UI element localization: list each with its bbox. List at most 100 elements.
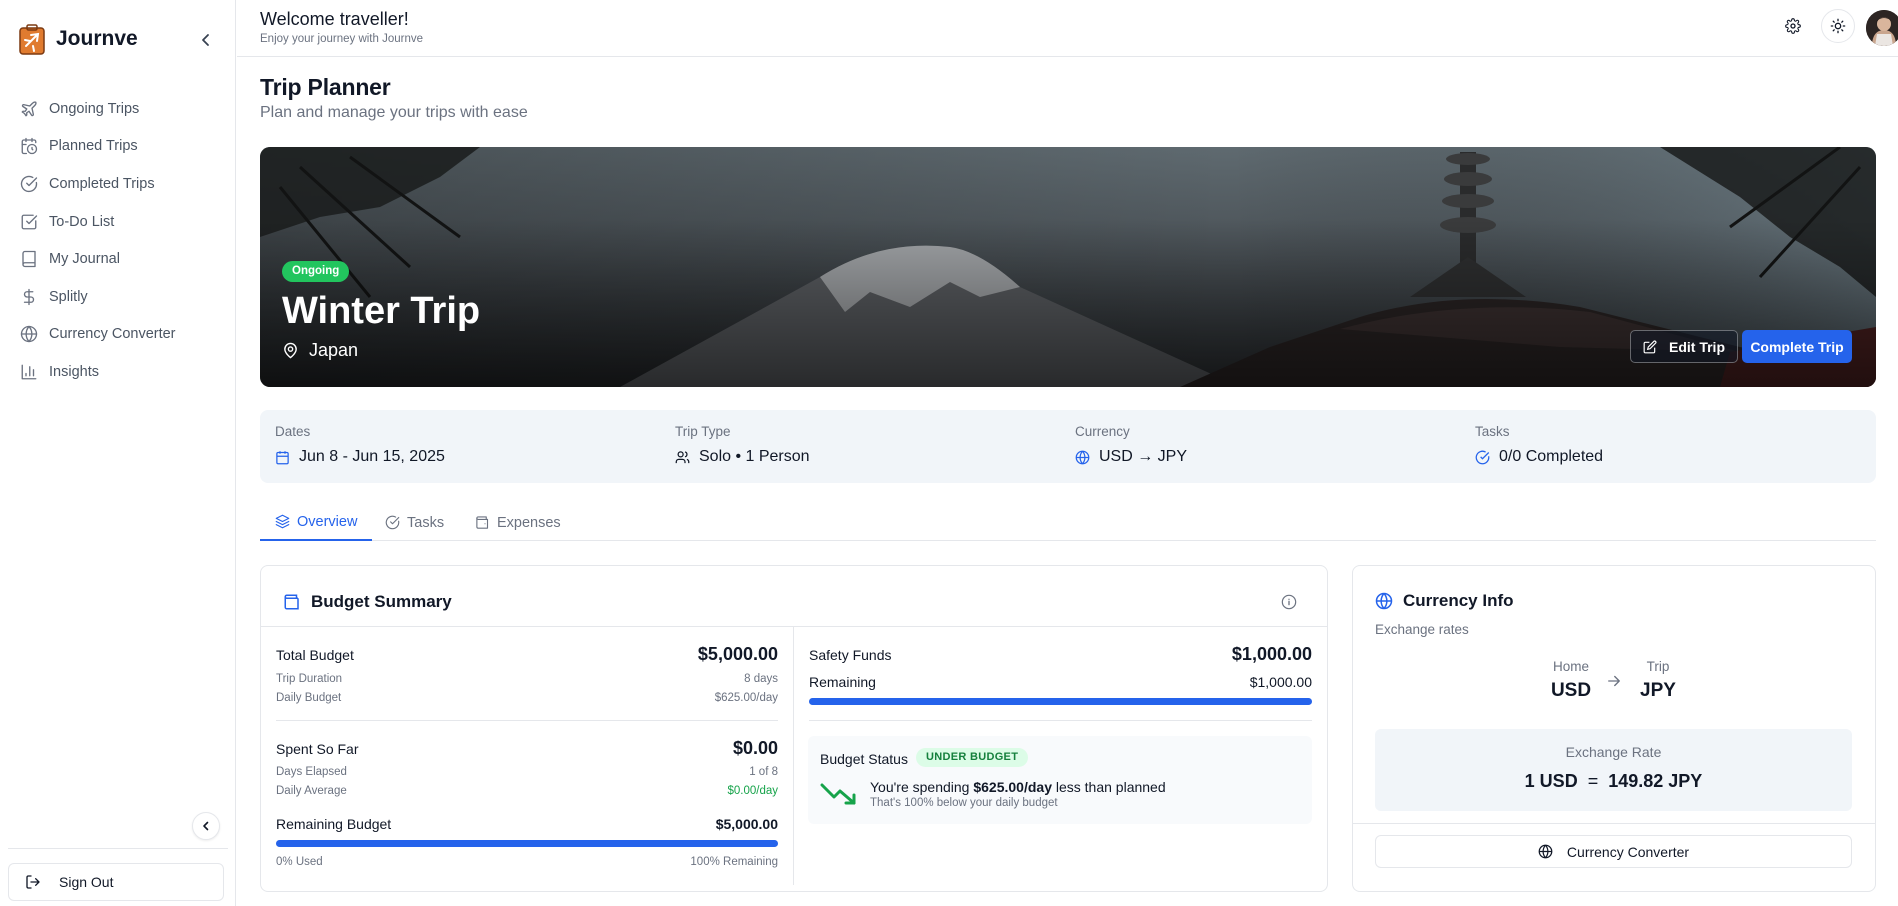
sidebar-item-completed-trips[interactable]: Completed Trips <box>0 165 236 203</box>
bar-chart-icon <box>21 364 37 380</box>
budget-status-label: Budget Status <box>820 751 908 767</box>
sidebar-item-todo-list[interactable]: To-Do List <box>0 203 236 241</box>
wallet-icon <box>284 594 299 610</box>
calendar-clock-icon <box>21 138 38 155</box>
spent-value: $0.00 <box>732 738 778 758</box>
days-elapsed-value: 1 of 8 <box>749 766 778 778</box>
status-prefix: You're spending <box>870 779 974 795</box>
sidebar-item-planned-trips[interactable]: Planned Trips <box>0 128 236 166</box>
exchange-rate-box <box>1375 729 1852 811</box>
tab-label: Tasks <box>407 514 445 531</box>
tasks-value: 0/0 Completed <box>1499 448 1604 465</box>
sidebar-item-label: Currency Converter <box>49 326 176 343</box>
chevron-left-icon <box>203 821 209 831</box>
check-square-icon <box>21 214 38 230</box>
page-subtitle: Plan and manage your trips with ease <box>260 104 528 121</box>
layers-icon <box>275 514 290 529</box>
daily-average-value: $0.00/day <box>727 785 778 797</box>
trip-title: Winter Trip <box>282 290 481 332</box>
remaining-budget-track <box>276 840 778 847</box>
card-divider <box>261 626 1327 627</box>
trip-duration-label: Trip Duration <box>276 673 343 685</box>
sidebar-item-my-journal[interactable]: My Journal <box>0 240 236 278</box>
section-divider <box>276 720 778 721</box>
total-budget-value: $5,000.00 <box>697 644 778 664</box>
safety-remaining-label: Remaining <box>809 674 876 690</box>
remaining-budget-value: $5,000.00 <box>715 816 778 832</box>
trip-location: Japan <box>282 340 358 361</box>
welcome-title: Welcome traveller! <box>260 9 409 29</box>
tasks-label: Tasks <box>1475 424 1510 439</box>
globe-icon <box>1075 450 1090 464</box>
collapse-sidebar-button[interactable] <box>192 812 220 840</box>
card-divider <box>1353 823 1875 824</box>
trip-status-badge: Ongoing <box>282 261 350 282</box>
daily-average-label: Daily Average <box>276 785 347 797</box>
rate-to: 149.82 JPY <box>1608 771 1703 791</box>
dates-label: Dates <box>275 424 311 439</box>
status-amount: $625.00/day <box>973 779 1052 795</box>
trip-type-value: Solo • 1 Person <box>699 448 810 465</box>
tab-label: Overview <box>297 513 358 530</box>
log-out-icon <box>26 875 40 889</box>
trip-type-info: Trip Type Solo • 1 Person <box>675 424 810 466</box>
globe-icon <box>1538 844 1553 859</box>
edit-trip-button[interactable]: Edit Trip <box>1630 330 1738 363</box>
user-avatar[interactable] <box>1866 10 1898 46</box>
collapse-sidebar-icon[interactable] <box>196 30 216 50</box>
sidebar-item-label: Planned Trips <box>49 138 138 155</box>
tab-label: Expenses <box>497 514 561 531</box>
sidebar-nav: Ongoing Trips Planned Trips Completed Tr… <box>0 90 236 391</box>
users-icon <box>675 450 690 463</box>
map-pin-icon <box>284 342 297 359</box>
sun-icon <box>1830 18 1846 34</box>
sidebar-item-currency-converter[interactable]: Currency Converter <box>0 316 236 354</box>
sidebar-item-splitly[interactable]: Splitly <box>0 278 236 316</box>
sidebar-item-label: Ongoing Trips <box>49 100 140 117</box>
currency-converter-label: Currency Converter <box>1566 843 1690 860</box>
tab-overview[interactable]: Overview <box>260 512 373 541</box>
trip-duration-value: 8 days <box>744 673 778 685</box>
sidebar-item-label: Completed Trips <box>49 175 155 192</box>
sidebar-item-insights[interactable]: Insights <box>0 353 236 391</box>
currency-converter-button[interactable]: Currency Converter <box>1375 835 1852 868</box>
daily-budget-value: $625.00/day <box>714 692 778 704</box>
tab-expenses[interactable]: Expenses <box>460 512 576 541</box>
currency-label: Currency <box>1075 424 1130 439</box>
edit-icon <box>1643 340 1657 353</box>
daily-budget-label: Daily Budget <box>276 692 342 704</box>
trip-currency-code: JPY <box>1640 680 1676 701</box>
safety-funds-track <box>809 698 1312 705</box>
rate-equals: = <box>1587 771 1599 791</box>
budget-title-label: Budget Summary <box>311 592 452 611</box>
days-elapsed-label: Days Elapsed <box>276 766 347 778</box>
trip-currency-label: Trip <box>1646 659 1670 674</box>
dates-info: Dates Jun 8 - Jun 15, 2025 <box>275 424 445 466</box>
safety-remaining-value: $1,000.00 <box>1249 674 1312 690</box>
check-circle-icon <box>1475 450 1490 464</box>
budget-status-message: You're spending $625.00/day less than pl… <box>870 779 1166 795</box>
sign-out-button[interactable]: Sign Out <box>8 863 224 901</box>
trip-location-label: Japan <box>309 340 359 360</box>
currency-value: USD → JPY <box>1099 448 1188 465</box>
app-name: Journve <box>56 27 138 50</box>
globe-icon <box>1375 592 1393 610</box>
dates-value: Jun 8 - Jun 15, 2025 <box>299 448 445 465</box>
top-header <box>237 0 1898 57</box>
safety-funds-label: Safety Funds <box>809 647 892 663</box>
page-title: Trip Planner <box>260 74 391 100</box>
dollar-icon <box>23 288 35 305</box>
sidebar-item-label: Insights <box>49 363 99 380</box>
used-percent-label: 0% Used <box>276 856 323 868</box>
info-icon[interactable] <box>1281 594 1297 615</box>
home-currency-label: Home <box>1552 659 1589 674</box>
complete-trip-button[interactable]: Complete Trip <box>1742 330 1852 363</box>
check-circle-icon <box>385 515 400 530</box>
tab-tasks[interactable]: Tasks <box>370 512 459 541</box>
settings-button[interactable] <box>1776 9 1810 43</box>
sidebar-item-ongoing-trips[interactable]: Ongoing Trips <box>0 90 236 128</box>
safety-funds-bar <box>809 698 1312 705</box>
safety-funds-value: $1,000.00 <box>1231 644 1312 664</box>
theme-toggle-button[interactable] <box>1821 9 1855 43</box>
edit-trip-label: Edit Trip <box>1669 338 1725 355</box>
